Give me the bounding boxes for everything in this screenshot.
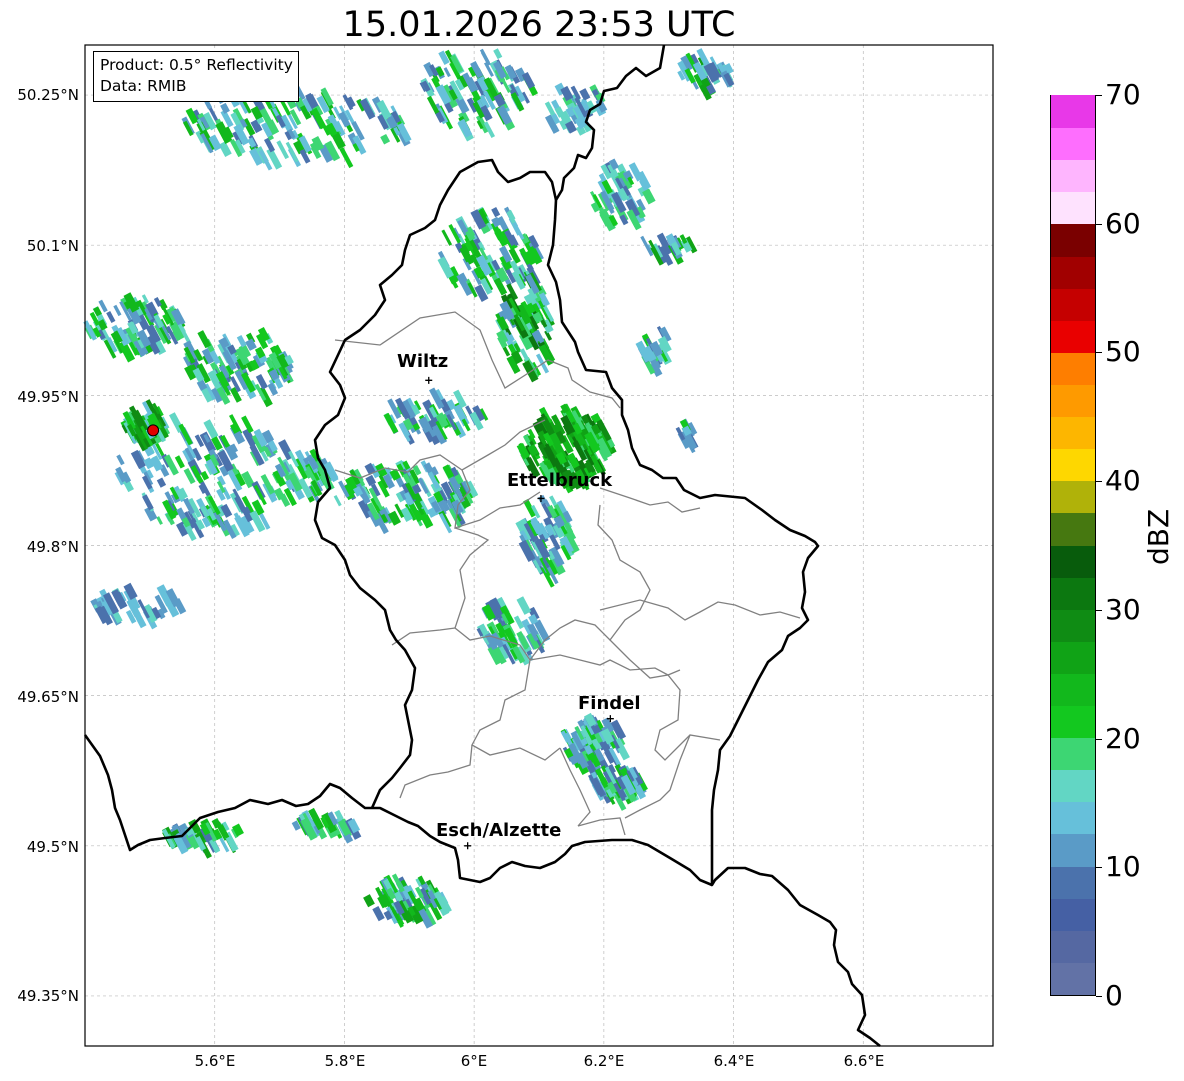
colorbar-segment <box>1051 930 1095 963</box>
colorbar-tick-label: 60 <box>1105 206 1141 240</box>
colorbar-segment <box>1051 95 1095 129</box>
colorbar-tick <box>1096 609 1102 611</box>
colorbar-tick <box>1096 867 1102 869</box>
map-title: 15.01.2026 23:53 UTC <box>342 5 736 45</box>
colorbar-segment <box>1051 898 1095 931</box>
colorbar-segment <box>1051 609 1095 642</box>
colorbar-segment <box>1051 191 1095 225</box>
product-label: Product: 0.5° Reflectivity <box>100 56 293 74</box>
colorbar-segment <box>1051 705 1095 739</box>
lat-tick-label: 50.1°N <box>26 237 79 255</box>
lon-tick-label: 6°E <box>460 1052 488 1070</box>
colorbar-segment <box>1051 384 1095 418</box>
colorbar-segment <box>1051 255 1095 289</box>
lon-tick-label: 6.4°E <box>713 1052 755 1070</box>
lon-tick-label: 5.8°E <box>324 1052 366 1070</box>
city-label-esch-alzette: Esch/Alzette <box>436 820 562 841</box>
colorbar-segment <box>1051 416 1095 450</box>
colorbar-segment <box>1051 480 1095 514</box>
colorbar-title: dBZ <box>1142 508 1175 565</box>
lon-tick-label: 6.6°E <box>843 1052 885 1070</box>
lat-tick-label: 49.5°N <box>26 838 79 856</box>
city-label-findel: Findel <box>578 693 641 714</box>
colorbar-segment <box>1051 127 1095 161</box>
colorbar-tick-label: 0 <box>1105 979 1123 1012</box>
colorbar-segment <box>1051 641 1095 674</box>
colorbar-segment <box>1051 288 1095 321</box>
colorbar-segment <box>1051 737 1095 771</box>
colorbar-segment <box>1051 320 1095 353</box>
colorbar-segment <box>1051 673 1095 707</box>
lat-tick-label: 49.65°N <box>17 688 79 706</box>
data-source-label: Data: RMIB <box>100 77 187 95</box>
product-info-box: Product: 0.5° Reflectivity Data: RMIB <box>93 51 299 102</box>
colorbar-segment <box>1051 769 1095 803</box>
colorbar-segment <box>1051 223 1095 257</box>
colorbar-segment <box>1051 577 1095 610</box>
colorbar-segment <box>1051 544 1095 578</box>
radar-map <box>83 44 994 1048</box>
lat-tick-label: 50.25°N <box>17 86 79 104</box>
lat-tick-label: 49.95°N <box>17 388 79 406</box>
colorbar-tick <box>1096 481 1102 483</box>
colorbar-segment <box>1051 512 1095 546</box>
colorbar-segment <box>1051 962 1095 995</box>
lon-tick-label: 5.6°E <box>194 1052 236 1070</box>
city-label-ettelbruck: Ettelbruck <box>507 470 613 491</box>
colorbar-tick-label: 70 <box>1105 78 1141 111</box>
city-label-wiltz: Wiltz <box>397 351 449 372</box>
colorbar-segment <box>1051 801 1095 835</box>
colorbar-tick <box>1096 996 1102 997</box>
colorbar-tick-label: 50 <box>1105 335 1141 369</box>
colorbar-segment <box>1051 865 1095 899</box>
colorbar-segment <box>1051 352 1095 385</box>
lat-tick-label: 49.35°N <box>17 987 79 1005</box>
colorbar-tick-label: 30 <box>1105 592 1141 626</box>
colorbar-tick <box>1096 738 1102 740</box>
colorbar-segment <box>1051 833 1095 867</box>
colorbar-segment <box>1051 448 1095 482</box>
colorbar-tick-label: 40 <box>1105 464 1141 498</box>
colorbar-tick <box>1096 352 1102 354</box>
colorbar-tick-label: 10 <box>1105 850 1141 884</box>
radar-site-marker <box>147 424 160 437</box>
lat-tick-label: 49.8°N <box>26 538 79 556</box>
colorbar <box>1050 95 1096 996</box>
lon-tick-label: 6.2°E <box>583 1052 625 1070</box>
colorbar-tick-label: 20 <box>1105 721 1141 755</box>
colorbar-tick <box>1096 95 1102 96</box>
colorbar-tick <box>1096 223 1102 225</box>
colorbar-segment <box>1051 159 1095 193</box>
